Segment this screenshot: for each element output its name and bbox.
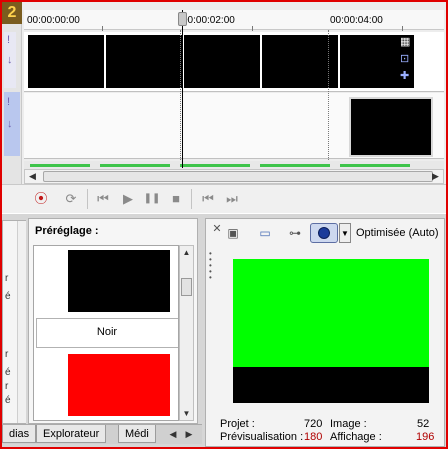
audio-segment	[340, 164, 410, 167]
next-frame-button[interactable]: ⏭	[223, 190, 241, 208]
preset-item-noir[interactable]: Noir	[36, 318, 178, 348]
preset-thumbnail-black[interactable]	[68, 250, 170, 312]
stat-image-label: Image :	[330, 418, 367, 430]
sliver-text: r	[5, 349, 9, 360]
playhead-line	[182, 10, 183, 168]
drag-grip-icon[interactable]: • • • • •	[209, 250, 215, 285]
stat-image-value: 52	[417, 418, 430, 430]
stat-projet-label: Projet :	[220, 418, 255, 430]
track-number-badge: 2	[2, 2, 22, 24]
preview-canvas	[233, 259, 429, 403]
video-preview-panel: ✕ ▣ ▭ ⊶ ▼ Optimisée (Auto) • • • • • Projet …	[205, 218, 445, 447]
video-clip[interactable]	[184, 35, 262, 88]
toolbar-separator	[87, 189, 88, 209]
track-2-flag-icon: !	[7, 96, 11, 108]
left-panel-partial: r é r é r é	[2, 220, 26, 424]
scroll-right-arrow-icon[interactable]: ▶	[428, 170, 443, 183]
stat-projet-value: 720	[304, 418, 323, 430]
tab-medias[interactable]: dias	[2, 425, 37, 443]
timeline: 2 ! ↓ ! ↓ 00:00:00:00 00:00:02:00 00:00:…	[2, 2, 446, 185]
sliver-text: r	[5, 381, 9, 392]
video-clip[interactable]	[349, 97, 433, 157]
scrollbar-thumb[interactable]	[43, 171, 433, 182]
scroll-left-arrow-icon[interactable]: ◀	[25, 170, 40, 183]
track-1-flag-icon: !	[7, 34, 11, 46]
preview-quality-icon	[318, 227, 330, 239]
preset-list[interactable]: Noir	[33, 245, 179, 421]
preset-panel: Préréglage : Noir ▲ ▼	[28, 218, 198, 424]
video-clip[interactable]	[106, 35, 184, 88]
track-1-arrow-icon: ↓	[7, 54, 13, 66]
ruler-label-2: 00:00:02:00	[182, 15, 235, 26]
loop-button[interactable]: ⟳	[62, 190, 80, 208]
video-track-2[interactable]	[24, 93, 444, 159]
preset-item-label: Noir	[96, 326, 118, 338]
scrollbar-thumb[interactable]	[181, 278, 192, 296]
audio-segment	[100, 164, 170, 167]
film-icon[interactable]: ▦	[400, 35, 410, 48]
preview-quality-label: Optimisée (Auto)	[356, 227, 439, 239]
preview-properties-icon[interactable]: ▣	[224, 224, 242, 242]
dock-tabs: dias Explorateur Médi ◀ ▶	[2, 424, 202, 444]
video-track-1[interactable]: ▦ ⊡ ✚	[24, 32, 444, 92]
split-screen-icon[interactable]: ⊶	[286, 224, 304, 242]
play-from-start-button[interactable]: ⏮	[94, 190, 112, 208]
previous-frame-button[interactable]: ⏮	[199, 190, 217, 208]
track-2-arrow-icon: ↓	[7, 118, 13, 130]
video-clip[interactable]	[28, 35, 106, 88]
preset-vertical-scrollbar[interactable]: ▲ ▼	[179, 245, 194, 421]
track-2-header[interactable]: ! ↓	[4, 92, 20, 156]
scroll-down-arrow-icon[interactable]: ▼	[180, 407, 193, 420]
tab-explorateur[interactable]: Explorateur	[36, 425, 107, 443]
sliver-text: é	[5, 395, 11, 406]
ruler-tick	[402, 26, 403, 31]
transport-bar: ⦿ ⟳ ⏮ ▶ ❚❚ ■ ⏮ ⏭	[2, 184, 446, 213]
track-1-header[interactable]: ! ↓	[4, 32, 16, 88]
crop-icon[interactable]: ⊡	[400, 52, 409, 65]
left-panel-scrollbar[interactable]	[17, 221, 26, 423]
preview-black-band	[233, 367, 429, 403]
stat-affichage-value: 196	[416, 431, 435, 443]
play-button[interactable]: ▶	[119, 190, 137, 208]
tab-scroll-right-icon[interactable]: ▶	[183, 427, 195, 441]
audio-track[interactable]	[24, 161, 444, 169]
playhead-handle[interactable]	[178, 12, 187, 26]
sliver-text: é	[5, 367, 11, 378]
ruler-label-4: 00:00:04:00	[330, 15, 383, 26]
ruler-label-0: 00:00:00:00	[27, 15, 80, 26]
stat-affichage-label: Affichage :	[330, 431, 382, 443]
stop-button[interactable]: ■	[167, 190, 185, 208]
audio-segment	[180, 164, 250, 167]
audio-segment	[260, 164, 330, 167]
preset-title: Préréglage :	[35, 225, 99, 237]
time-ruler[interactable]: 00:00:00:00 00:00:02:00 00:00:04:00	[24, 10, 444, 31]
record-button[interactable]: ⦿	[32, 190, 50, 208]
sliver-text: é	[5, 291, 11, 302]
pause-button[interactable]: ❚❚	[143, 190, 161, 208]
track-header-column: 2 ! ↓ ! ↓	[2, 2, 22, 185]
ruler-tick	[252, 26, 253, 31]
ruler-tick	[102, 26, 103, 31]
toolbar-separator	[191, 189, 192, 209]
stat-previsualisation-value: 180	[304, 431, 323, 443]
sliver-text: r	[5, 273, 9, 284]
scroll-up-arrow-icon[interactable]: ▲	[180, 246, 193, 259]
marker-line	[328, 30, 329, 160]
stat-previsualisation-label: Prévisualisation :	[220, 431, 304, 443]
tab-scroll-left-icon[interactable]: ◀	[167, 427, 179, 441]
tab-media-generator[interactable]: Médi	[118, 425, 156, 443]
pan-icon[interactable]: ✚	[400, 69, 409, 82]
timeline-horizontal-scrollbar[interactable]: ◀ ▶	[24, 169, 444, 184]
marker-line	[180, 30, 181, 160]
chevron-down-icon[interactable]: ▼	[339, 223, 351, 243]
preset-thumbnail-red[interactable]	[68, 354, 170, 416]
audio-segment	[30, 164, 90, 167]
preview-quality-mode-button[interactable]	[310, 223, 338, 243]
external-monitor-icon[interactable]: ▭	[256, 224, 274, 242]
preview-toolbar: ✕ ▣ ▭ ⊶ ▼ Optimisée (Auto)	[206, 219, 446, 247]
